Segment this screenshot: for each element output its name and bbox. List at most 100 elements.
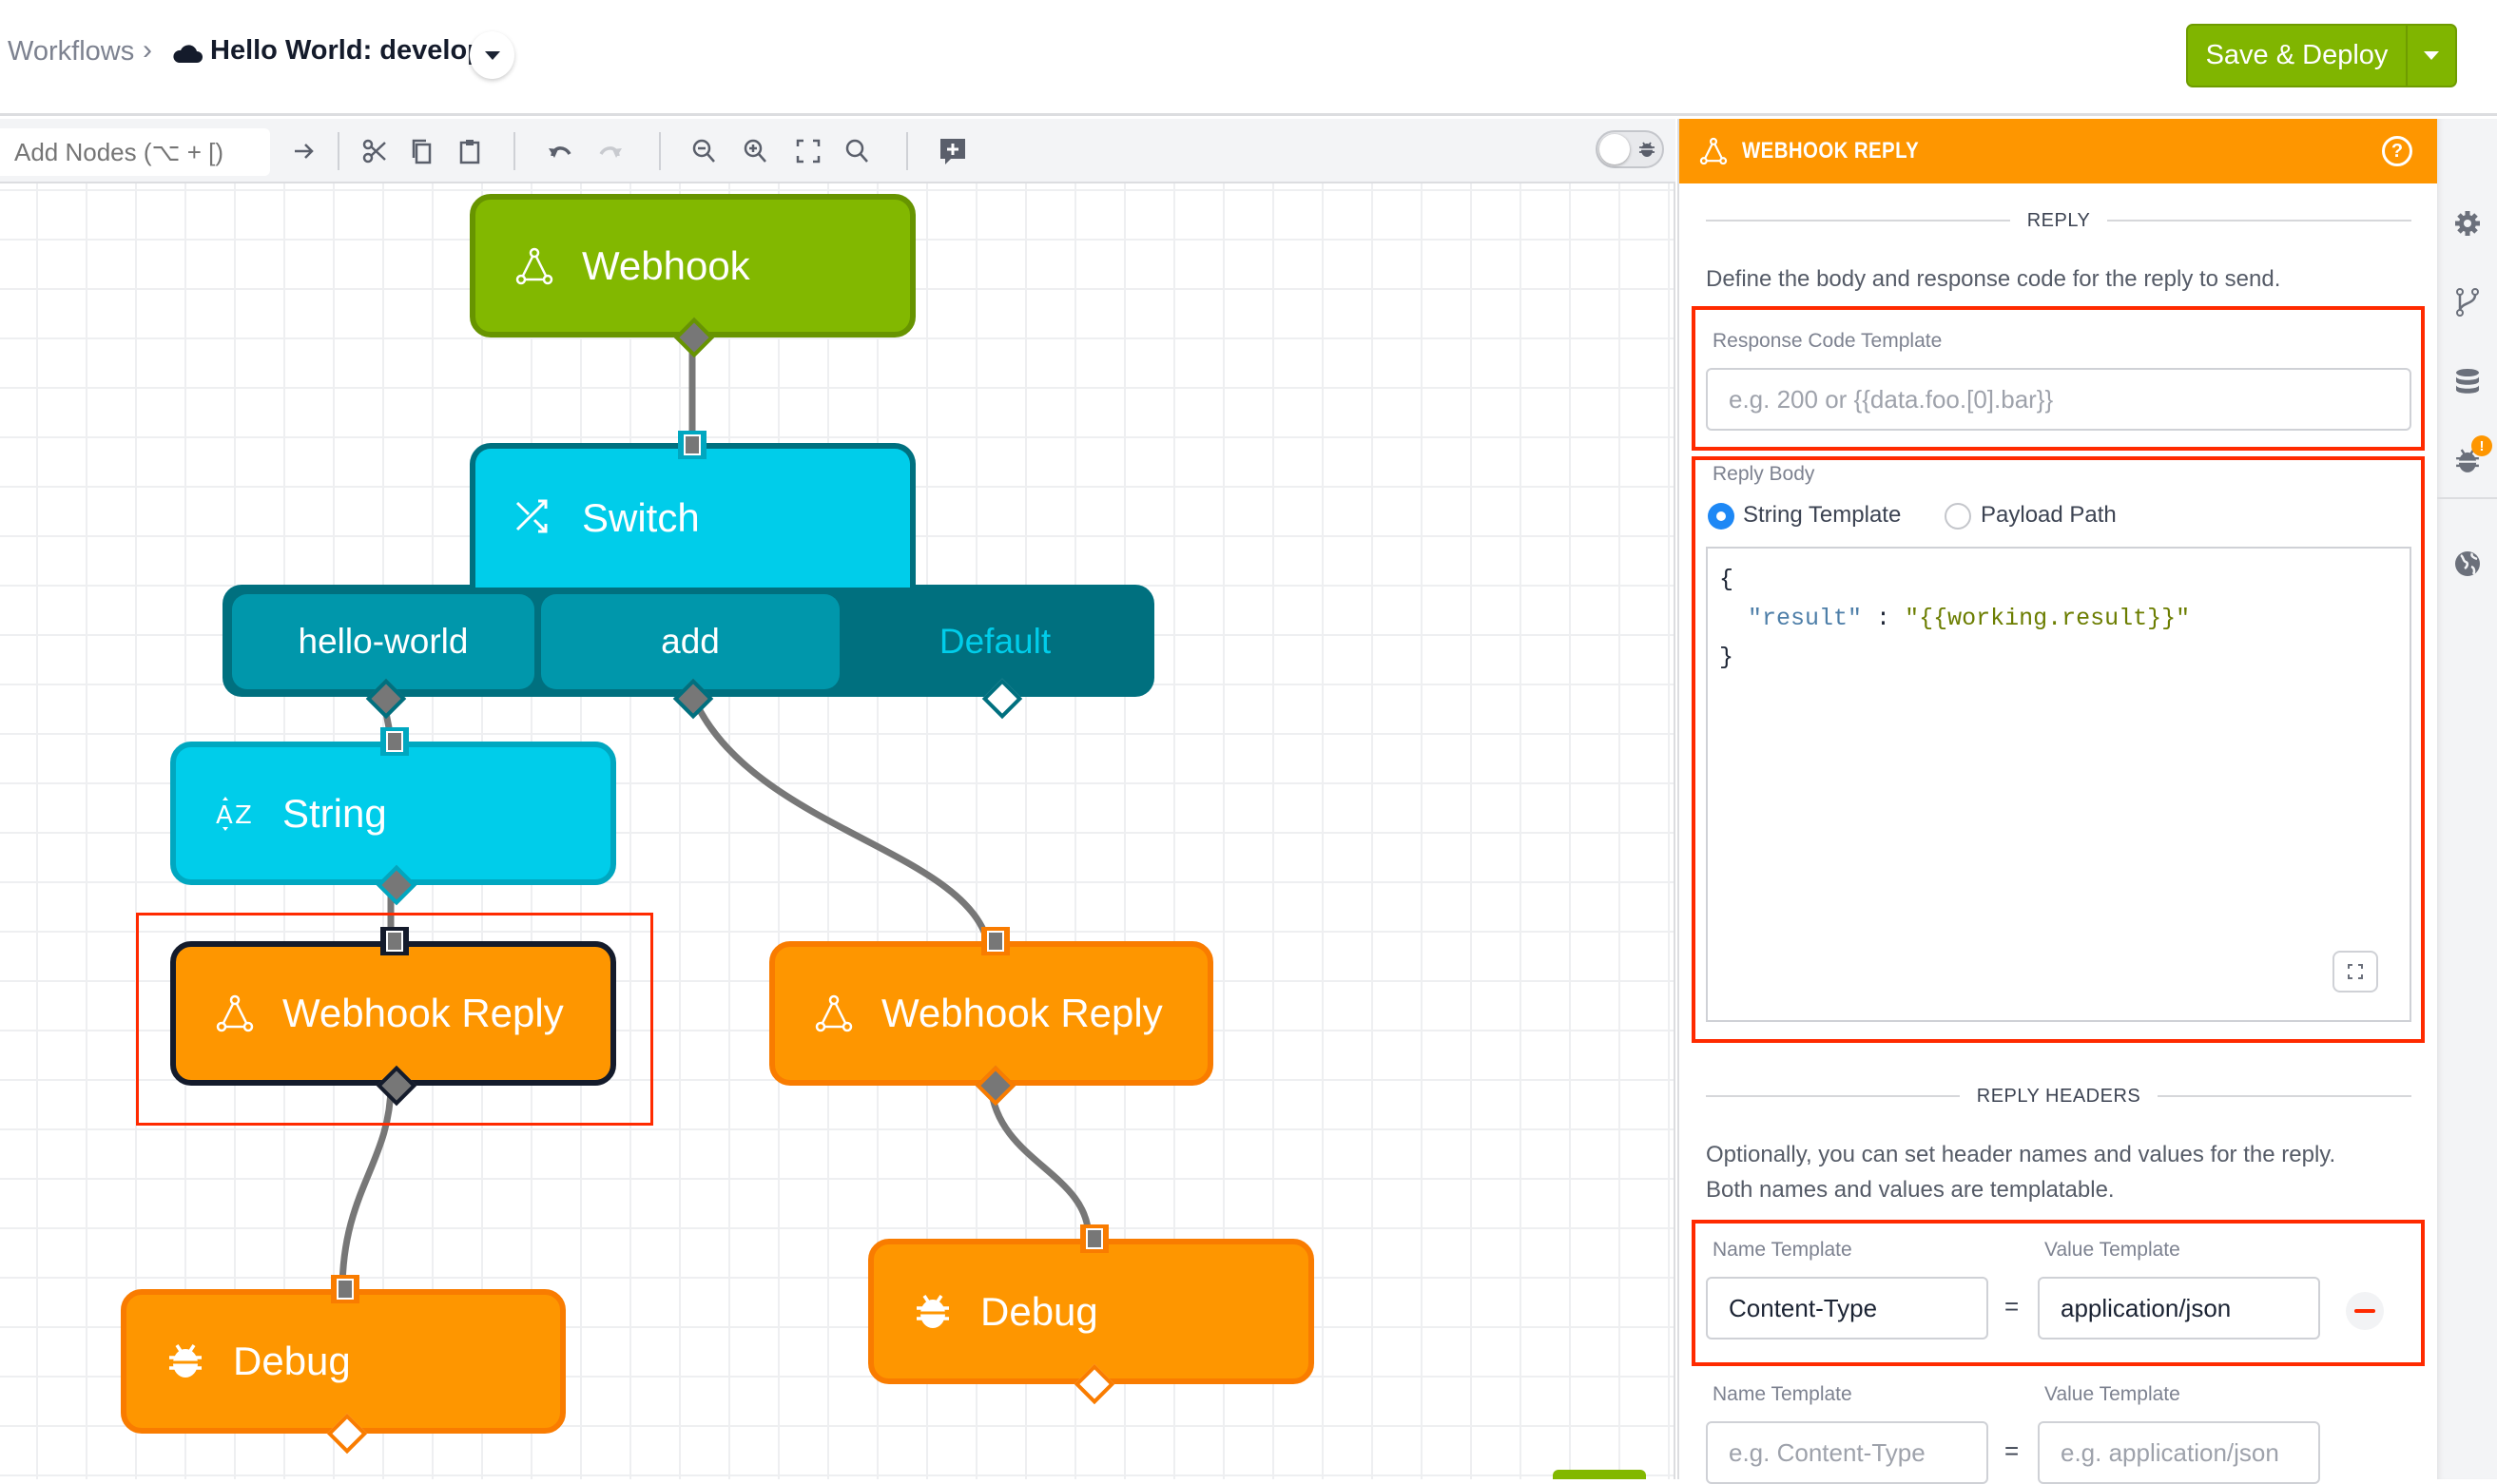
top-header: Workflows › Hello World: develop Save & …	[0, 0, 2497, 116]
code-brace-open: {	[1719, 566, 1734, 593]
globe-icon[interactable]	[2452, 549, 2483, 579]
zoom-reset-icon[interactable]	[841, 134, 875, 168]
node-webhook-reply[interactable]: Webhook Reply	[769, 927, 1213, 1107]
node-webhook-reply-selected[interactable]: Webhook Reply	[170, 927, 616, 1107]
workflow-menu-button[interactable]	[470, 31, 514, 79]
node-label: String	[282, 790, 387, 836]
switch-case-hello-world[interactable]: hello-world	[232, 594, 534, 689]
switch-case-default[interactable]: Default	[845, 594, 1145, 689]
save-deploy-button[interactable]: Save & Deploy	[2188, 26, 2408, 86]
undo-icon[interactable]	[543, 134, 577, 168]
panel-header: WEBHOOK REPLY ?	[1679, 119, 2439, 183]
bug-icon	[1639, 142, 1655, 157]
cut-icon[interactable]	[358, 134, 392, 168]
node-debug[interactable]: Debug	[868, 1224, 1314, 1405]
save-deploy-button-group: Save & Deploy	[2186, 24, 2457, 87]
storage-database-icon[interactable]	[2452, 367, 2483, 397]
copy-icon[interactable]	[405, 134, 439, 168]
toggle-knob	[1599, 134, 1630, 164]
input-port[interactable]	[981, 927, 1010, 955]
new-header-name-input[interactable]	[1706, 1421, 1988, 1484]
arrow-right-icon[interactable]	[287, 134, 321, 168]
section-title: REPLY HEADERS	[1976, 1085, 2141, 1107]
case-label: Default	[939, 622, 1052, 661]
svg-text:A: A	[216, 801, 233, 830]
header-value-label: Value Template	[2044, 1383, 2180, 1405]
header-value-label: Value Template	[2044, 1239, 2180, 1261]
workflow-title: Hello World: develop	[210, 35, 484, 66]
minus-icon	[2354, 1309, 2375, 1313]
connection-webhook-reply-debug-right	[987, 1086, 1093, 1240]
new-header-value-input[interactable]	[2038, 1421, 2320, 1484]
node-label: Debug	[980, 1288, 1098, 1334]
header-value-input[interactable]	[2038, 1277, 2320, 1339]
node-properties-panel: WEBHOOK REPLY ? REPLY Define the body an…	[1677, 119, 2439, 1484]
section-reply: REPLY	[1706, 206, 2412, 235]
node-webhook[interactable]: Webhook	[470, 194, 916, 358]
equals-sign: =	[2004, 1292, 2020, 1320]
webhook-icon	[512, 243, 557, 289]
input-port[interactable]	[331, 1275, 359, 1303]
reply-description: Define the body and response code for th…	[1706, 266, 2281, 292]
fullscreen-editor-button[interactable]	[2332, 951, 2378, 993]
settings-icon[interactable]	[2452, 208, 2483, 239]
case-label: hello-world	[298, 622, 469, 661]
rail-divider	[2437, 497, 2497, 499]
debug-toggle[interactable]	[1596, 130, 1664, 168]
fit-to-screen-icon[interactable]	[791, 134, 825, 168]
panel-title: WEBHOOK REPLY	[1742, 138, 1920, 164]
radio-string-template[interactable]	[1708, 503, 1734, 530]
section-title: REPLY	[2026, 209, 2091, 231]
input-port[interactable]	[380, 927, 409, 955]
radio-payload-path[interactable]	[1945, 503, 1971, 530]
node-label: Debug	[233, 1339, 351, 1383]
debug-alert-badge: !	[2471, 435, 2492, 456]
headers-description-line2: Both names and values are templatable.	[1706, 1177, 2115, 1203]
paste-icon[interactable]	[453, 134, 487, 168]
response-code-label: Response Code Template	[1713, 330, 1943, 352]
sort-az-icon: AZ	[212, 791, 258, 837]
webhook-icon	[811, 991, 857, 1036]
deploy-options-button[interactable]	[2408, 26, 2455, 86]
expand-icon	[2348, 964, 2363, 979]
code-key: "result"	[1748, 605, 1863, 632]
response-code-input[interactable]	[1706, 368, 2411, 431]
input-port[interactable]	[1080, 1224, 1109, 1253]
reply-body-code-editor[interactable]: { "result" : "{{working.result}}" }	[1706, 547, 2411, 1022]
toolbar-divider	[659, 132, 661, 170]
headers-description-line1: Optionally, you can set header names and…	[1706, 1142, 2336, 1167]
reply-body-label: Reply Body	[1713, 463, 1815, 485]
connection-add-webhook-reply	[689, 695, 993, 948]
case-label: add	[661, 622, 720, 661]
radio-string-template-label[interactable]: String Template	[1743, 502, 1901, 529]
zoom-in-icon[interactable]	[739, 134, 773, 168]
node-label: Webhook Reply	[282, 991, 564, 1035]
right-icon-rail: !	[2437, 119, 2497, 1479]
canvas-toolbar	[0, 119, 1675, 183]
node-switch[interactable]: Switch	[470, 431, 916, 588]
input-port[interactable]	[380, 727, 409, 756]
add-comment-icon[interactable]	[936, 134, 970, 168]
caret-down-icon	[484, 50, 500, 60]
redo-icon[interactable]	[593, 134, 628, 168]
remove-header-button[interactable]	[2346, 1292, 2384, 1330]
switch-cases: hello-world add Default	[223, 585, 1154, 720]
node-debug[interactable]: Debug	[121, 1275, 566, 1455]
toolbar-divider	[906, 132, 908, 170]
input-port[interactable]	[678, 431, 707, 459]
breadcrumb-workflows-link[interactable]: Workflows	[8, 36, 134, 67]
versions-branch-icon[interactable]	[2452, 287, 2483, 318]
code-value: "{{working.result}}"	[1905, 605, 2191, 632]
caret-down-icon	[2424, 51, 2439, 60]
node-string[interactable]: AZ String	[170, 727, 616, 906]
switch-case-add[interactable]: add	[541, 594, 840, 689]
help-icon[interactable]: ?	[2382, 136, 2412, 166]
radio-payload-path-label[interactable]: Payload Path	[1981, 502, 2117, 529]
workflow-canvas[interactable]: Webhook hello-world add Default Switch A…	[0, 183, 1675, 1479]
breadcrumb-separator: ›	[143, 34, 152, 66]
add-nodes-input[interactable]	[0, 128, 270, 176]
node-label: Webhook Reply	[881, 991, 1163, 1035]
zoom-out-icon[interactable]	[687, 134, 722, 168]
partial-node-offscreen[interactable]	[1553, 1470, 1646, 1479]
header-name-input[interactable]	[1706, 1277, 1988, 1339]
